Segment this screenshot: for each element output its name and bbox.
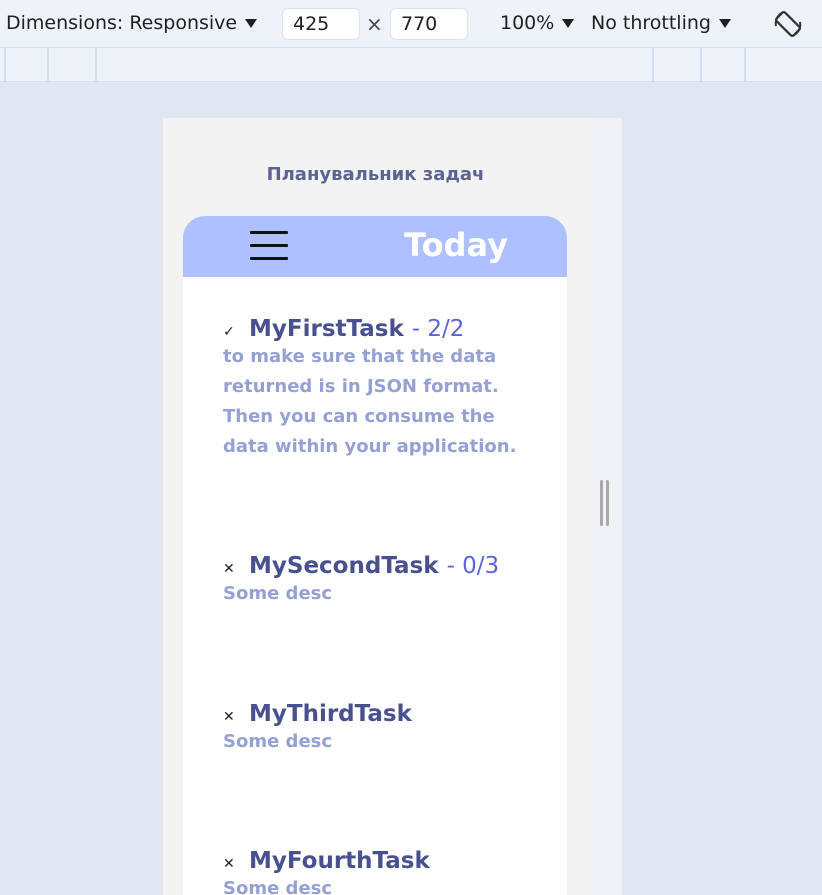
ruler-segment[interactable] [47, 48, 49, 81]
cross-icon[interactable]: ✕ [223, 561, 249, 577]
times-symbol: × [366, 12, 383, 36]
device-viewport: Планувальник задач Today ✓ MyFirstTask -… [162, 118, 587, 895]
task-count: - 2/2 [411, 316, 465, 342]
zoom-dropdown[interactable]: 100% [500, 12, 575, 34]
cross-icon[interactable]: ✕ [223, 856, 249, 872]
dimensions-dropdown[interactable]: Dimensions: Responsive [6, 12, 258, 34]
task-item[interactable]: ✕ MySecondTask - 0/3 Some desc [223, 553, 543, 609]
throttling-dropdown[interactable]: No throttling [591, 12, 731, 34]
media-query-ruler [0, 48, 822, 82]
task-description: Some desc [223, 878, 333, 895]
resize-handle[interactable] [600, 480, 610, 526]
ruler-segment[interactable] [744, 48, 746, 81]
ruler-segment[interactable] [652, 48, 654, 81]
task-item[interactable]: ✓ MyFirstTask - 2/2 to make sure that th… [223, 316, 543, 462]
task-item[interactable]: ✕ MyThirdTask Some desc [223, 701, 543, 757]
task-name: MyFourthTask [249, 848, 430, 874]
cross-icon[interactable]: ✕ [223, 709, 249, 725]
task-name: MyThirdTask [249, 701, 412, 727]
zoom-label: 100% [500, 12, 555, 34]
chevron-down-icon [245, 18, 258, 28]
ruler-segment[interactable] [700, 48, 702, 81]
chevron-down-icon [718, 18, 731, 28]
tasks-card: Today ✓ MyFirstTask - 2/2 to make sure t… [183, 216, 567, 895]
ruler-segment[interactable] [4, 48, 6, 81]
devtools-device-toolbar: Dimensions: Responsive 425 × 770 100% No… [0, 0, 822, 48]
task-description: Some desc [223, 583, 333, 604]
task-count: - 0/3 [446, 553, 500, 579]
hamburger-menu-icon[interactable] [250, 231, 288, 261]
task-name: MySecondTask [249, 553, 439, 579]
header-title: Today [404, 226, 508, 264]
chevron-down-icon [562, 18, 575, 28]
task-item[interactable]: ✕ MyFourthTask Some desc [223, 848, 543, 895]
dimensions-label: Dimensions: Responsive [6, 12, 238, 34]
task-description: Some desc [223, 731, 333, 752]
task-name: MyFirstTask [249, 316, 404, 342]
ruler-segment[interactable] [95, 48, 97, 81]
task-description: to make sure that the data returned is i… [223, 346, 517, 457]
throttling-label: No throttling [591, 12, 711, 34]
check-icon[interactable]: ✓ [223, 324, 249, 340]
rotate-icon[interactable] [770, 6, 806, 42]
app-title: Планувальник задач [266, 164, 485, 185]
height-input[interactable]: 770 [390, 8, 468, 40]
width-input[interactable]: 425 [282, 8, 360, 40]
card-header: Today [183, 216, 567, 277]
